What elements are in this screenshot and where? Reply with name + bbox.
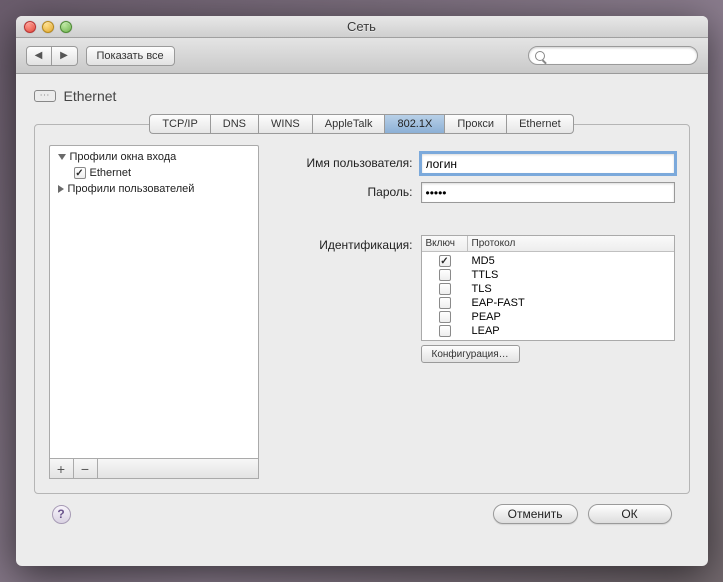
protocol-name: TLS [468,283,674,295]
protocol-row[interactable]: MD5 [422,254,674,268]
toolbar: ◀ ▶ Показать все [16,38,708,74]
breadcrumb: Ethernet [34,88,690,104]
protocol-name: PEAP [468,311,674,323]
profile-list[interactable]: Профили окна входа Ethernet Профили поль… [49,145,259,459]
password-label: Пароль: [275,182,413,199]
protocol-checkbox[interactable] [439,283,451,295]
cancel-button[interactable]: Отменить [493,504,578,524]
protocol-name: TTLS [468,269,674,281]
column-enabled[interactable]: Включ [422,236,468,251]
protocol-checkbox[interactable] [439,325,451,337]
nav-buttons: ◀ ▶ [26,46,78,66]
profile-checkbox[interactable] [74,167,86,179]
username-input[interactable] [421,153,675,174]
protocol-checkbox[interactable] [439,311,451,323]
protocol-name: EAP-FAST [468,297,674,309]
protocol-row[interactable]: LEAP [422,324,674,338]
profile-item-label: Ethernet [90,167,132,179]
protocol-checkbox[interactable] [439,255,451,267]
tab-dns[interactable]: DNS [210,114,258,134]
remove-profile-button[interactable]: − [74,459,98,478]
search-icon [535,51,545,61]
settings-panel: Профили окна входа Ethernet Профили поль… [34,124,690,494]
profile-group-login-window[interactable]: Профили окна входа [50,149,258,165]
protocol-row[interactable]: PEAP [422,310,674,324]
search-input[interactable] [528,46,698,65]
back-button[interactable]: ◀ [26,46,52,66]
protocol-name: LEAP [468,325,674,337]
profile-list-footer: + − [49,459,259,479]
tab-tcpip[interactable]: TCP/IP [149,114,209,134]
protocol-table-body: MD5 TTLS TLS EAP-FAST PEAP LEAP [422,252,674,340]
protocol-row[interactable]: EAP-FAST [422,296,674,310]
profile-group-label: Профили пользователей [68,183,195,195]
zoom-button[interactable] [60,21,72,33]
tab-ethernet[interactable]: Ethernet [506,114,574,134]
footer: ? Отменить ОК [34,494,690,524]
content-area: Ethernet TCP/IPDNSWINSAppleTalk802.1XПро… [16,74,708,566]
ethernet-icon [34,90,56,102]
minimize-button[interactable] [42,21,54,33]
configuration-button[interactable]: Конфигурация… [421,345,520,363]
forward-button[interactable]: ▶ [52,46,78,66]
identification-row: Идентификация: Включ Протокол MD5 TTLS TLS… [275,235,675,363]
tab-8021x[interactable]: 802.1X [384,114,444,134]
tab-[interactable]: Прокси [444,114,506,134]
password-input[interactable] [421,182,675,203]
profile-group-user[interactable]: Профили пользователей [50,181,258,197]
protocol-checkbox[interactable] [439,297,451,309]
protocol-row[interactable]: TLS [422,282,674,296]
tab-appletalk[interactable]: AppleTalk [312,114,385,134]
protocol-name: MD5 [468,255,674,267]
profiles-sidebar: Профили окна входа Ethernet Профили поль… [49,145,259,479]
username-row: Имя пользователя: [275,153,675,174]
profile-item-ethernet[interactable]: Ethernet [50,165,258,181]
username-label: Имя пользователя: [275,153,413,170]
protocol-row[interactable]: TTLS [422,268,674,282]
show-all-button[interactable]: Показать все [86,46,175,66]
help-button[interactable]: ? [52,505,71,524]
tab-wins[interactable]: WINS [258,114,312,134]
protocol-table[interactable]: Включ Протокол MD5 TTLS TLS EAP-FAST PEAP LEA… [421,235,675,341]
preferences-window: Сеть ◀ ▶ Показать все Ethernet TCP/IPDNS… [16,16,708,566]
password-row: Пароль: [275,182,675,203]
ok-button[interactable]: ОК [588,504,672,524]
titlebar: Сеть [16,16,708,38]
form: Имя пользователя: Пароль: Идентификация:… [275,145,675,479]
profile-group-label: Профили окна входа [70,151,177,163]
column-protocol[interactable]: Протокол [468,236,674,251]
traffic-lights [24,21,72,33]
add-profile-button[interactable]: + [50,459,74,478]
breadcrumb-interface: Ethernet [64,88,117,104]
close-button[interactable] [24,21,36,33]
tabs: TCP/IPDNSWINSAppleTalk802.1XПроксиEthern… [34,114,690,134]
identification-label: Идентификация: [275,235,413,252]
protocol-table-header: Включ Протокол [422,236,674,252]
disclosure-triangle-icon[interactable] [58,185,64,193]
disclosure-triangle-icon[interactable] [58,154,66,160]
window-title: Сеть [16,19,708,34]
protocol-checkbox[interactable] [439,269,451,281]
